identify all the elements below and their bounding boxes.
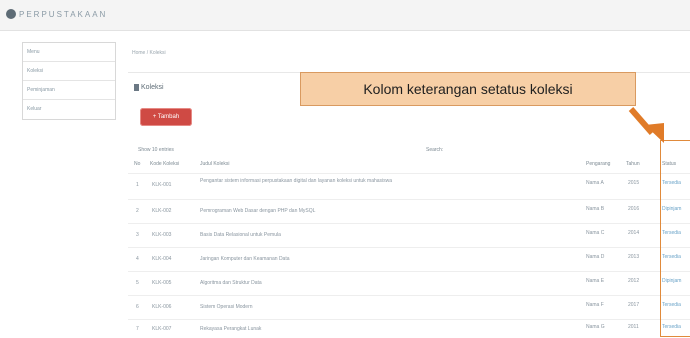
- sidebar-item-koleksi[interactable]: Koleksi: [23, 62, 115, 81]
- table-row[interactable]: 2 KLK-002 Pemrograman Web Dasar dengan P…: [128, 199, 690, 222]
- entries-selector[interactable]: Show 10 entries: [138, 147, 174, 153]
- book-icon: [134, 84, 139, 91]
- status-column-highlight: [660, 140, 690, 337]
- sidebar-item-menu[interactable]: Menu: [23, 43, 115, 62]
- table-row[interactable]: 5 KLK-005 Algoritma dan Struktur Data Na…: [128, 271, 690, 294]
- table-row[interactable]: 1 KLK-001 Pengantar sistem informasi per…: [128, 173, 690, 198]
- sidebar-item-keluar[interactable]: Keluar: [23, 100, 115, 118]
- table-toolbar: Show 10 entries Search:: [132, 147, 690, 157]
- annotation-callout: Kolom keterangan setatus koleksi: [300, 72, 636, 106]
- brand-text: PERPUSTAKAAN: [19, 9, 108, 19]
- sidebar-menu: Menu Koleksi Peminjaman Keluar: [22, 42, 116, 120]
- table-row[interactable]: 4 KLK-004 Jaringan Komputer dan Keamanan…: [128, 247, 690, 270]
- collection-table: No Kode Koleksi Judul Koleksi Pengarang …: [128, 161, 690, 337]
- brand[interactable]: PERPUSTAKAAN: [6, 9, 107, 19]
- sidebar-item-peminjaman[interactable]: Peminjaman: [23, 81, 115, 100]
- top-navigation-bar: PERPUSTAKAAN: [0, 0, 690, 31]
- col-year[interactable]: Tahun: [626, 161, 640, 167]
- logo-icon: [6, 9, 16, 19]
- search-label[interactable]: Search:: [426, 147, 443, 153]
- page-title: Koleksi: [134, 84, 164, 91]
- table-header: No Kode Koleksi Judul Koleksi Pengarang …: [128, 161, 690, 171]
- col-title[interactable]: Judul Koleksi: [200, 161, 229, 167]
- table-row[interactable]: 6 KLK-006 Sistem Operasi Modern Nama F 2…: [128, 295, 690, 318]
- add-collection-button[interactable]: + Tambah: [140, 108, 192, 126]
- table-row[interactable]: 7 KLK-007 Rekayasa Perangkat Lunak Nama …: [128, 319, 690, 338]
- table-row[interactable]: 3 KLK-003 Basis Data Relasional untuk Pe…: [128, 223, 690, 246]
- col-author[interactable]: Pengarang: [586, 161, 610, 167]
- col-no[interactable]: No: [134, 161, 140, 167]
- page-title-text: Koleksi: [141, 84, 164, 91]
- col-code[interactable]: Kode Koleksi: [150, 161, 179, 167]
- breadcrumb[interactable]: Home / Koleksi: [132, 50, 166, 56]
